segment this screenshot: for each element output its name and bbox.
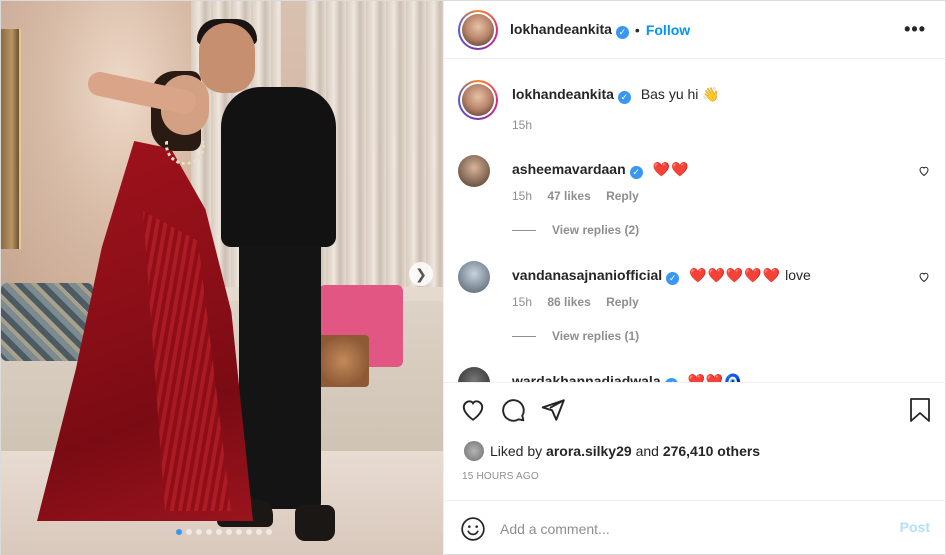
comment-username[interactable]: asheemavardaan	[512, 161, 626, 177]
comment-text: ❤️❤️	[652, 161, 690, 177]
reply-button[interactable]: Reply	[606, 295, 639, 309]
comment-input[interactable]	[500, 520, 880, 537]
comment-composer: Post	[444, 500, 946, 555]
carousel-dot	[196, 529, 202, 535]
carousel-dot	[206, 529, 212, 535]
verified-badge-icon: ✓	[617, 91, 631, 104]
post-details-panel: lokhandeankita ✓ • Follow ••• lokhandeank…	[443, 1, 946, 555]
more-options-icon[interactable]: •••	[904, 19, 926, 40]
verified-badge-icon: ✓	[666, 272, 680, 285]
liked-and-label: and	[635, 443, 659, 459]
author-username[interactable]: lokhandeankita ✓	[510, 21, 629, 39]
heart-icon[interactable]	[918, 165, 930, 177]
commenter-avatar[interactable]	[458, 261, 490, 293]
liker-avatar[interactable]	[464, 441, 484, 461]
separator-dot: •	[634, 21, 640, 38]
verified-badge-icon: ✓	[615, 25, 629, 39]
comment-likes[interactable]: 47 likes	[547, 189, 590, 203]
comment-text-suffix: love	[785, 267, 811, 283]
caption-text: Bas yu hi 👋	[640, 86, 720, 102]
carousel-dot	[216, 529, 222, 535]
comment-username[interactable]: vandanasajnaniofficial	[512, 267, 662, 283]
carousel-dot	[186, 529, 192, 535]
heart-icon[interactable]	[460, 397, 486, 423]
commenter-avatar[interactable]	[458, 155, 490, 187]
post-timestamp[interactable]: 15 HOURS AGO	[462, 471, 539, 482]
caption-time: 15h	[512, 118, 533, 132]
author-avatar[interactable]	[458, 80, 498, 120]
caption-username[interactable]: lokhandeankita	[512, 86, 614, 102]
carousel-dot	[236, 529, 242, 535]
view-replies-button[interactable]: View replies (1)	[512, 329, 639, 343]
author-avatar[interactable]	[458, 9, 498, 50]
commenter-avatar[interactable]	[458, 367, 490, 382]
carousel-next-icon[interactable]: ❯	[409, 262, 433, 286]
post-modal: ❯ lokhandeankita ✓ • Follow ••• lokhandea…	[0, 0, 946, 555]
carousel-dot	[226, 529, 232, 535]
comment-icon[interactable]	[500, 397, 526, 423]
carousel-dot	[256, 529, 262, 535]
follow-button[interactable]: Follow	[646, 22, 690, 38]
bookmark-icon[interactable]	[908, 397, 932, 423]
comment-username[interactable]: wardakhannadiadwala	[512, 373, 661, 382]
likes-count[interactable]: 276,410 others	[663, 443, 760, 459]
carousel-dot	[266, 529, 272, 535]
carousel-dots	[176, 529, 272, 535]
carousel-dot	[176, 529, 182, 535]
wall-art	[1, 29, 21, 249]
heart-icon[interactable]	[918, 271, 930, 283]
post-header: lokhandeankita ✓ • Follow •••	[444, 1, 946, 59]
post-comment-button[interactable]: Post	[900, 519, 930, 535]
comment-text: ❤️❤️🧿	[687, 373, 743, 382]
liker-username[interactable]: arora.silky29	[546, 443, 632, 459]
share-icon[interactable]	[540, 397, 566, 423]
post-actions: Liked by arora.silky29 and 276,410 other…	[444, 382, 946, 500]
emoji-icon[interactable]	[460, 516, 486, 542]
comment-time: 15h	[512, 189, 533, 203]
reply-button[interactable]: Reply	[606, 189, 639, 203]
post-photo[interactable]: ❯	[1, 1, 443, 555]
comments-list[interactable]: lokhandeankita ✓ Bas yu hi 👋 15h asheemav…	[444, 60, 946, 382]
comment-likes[interactable]: 86 likes	[547, 295, 590, 309]
carousel-dot	[246, 529, 252, 535]
likes-summary: Liked by arora.silky29 and 276,410 other…	[464, 441, 760, 461]
verified-badge-icon: ✓	[629, 166, 643, 179]
comment-text: ❤️❤️❤️❤️❤️	[689, 267, 782, 283]
view-replies-button[interactable]: View replies (2)	[512, 223, 639, 237]
man-figure	[221, 87, 336, 247]
liked-by-label: Liked by	[490, 443, 543, 459]
comment-time: 15h	[512, 295, 533, 309]
